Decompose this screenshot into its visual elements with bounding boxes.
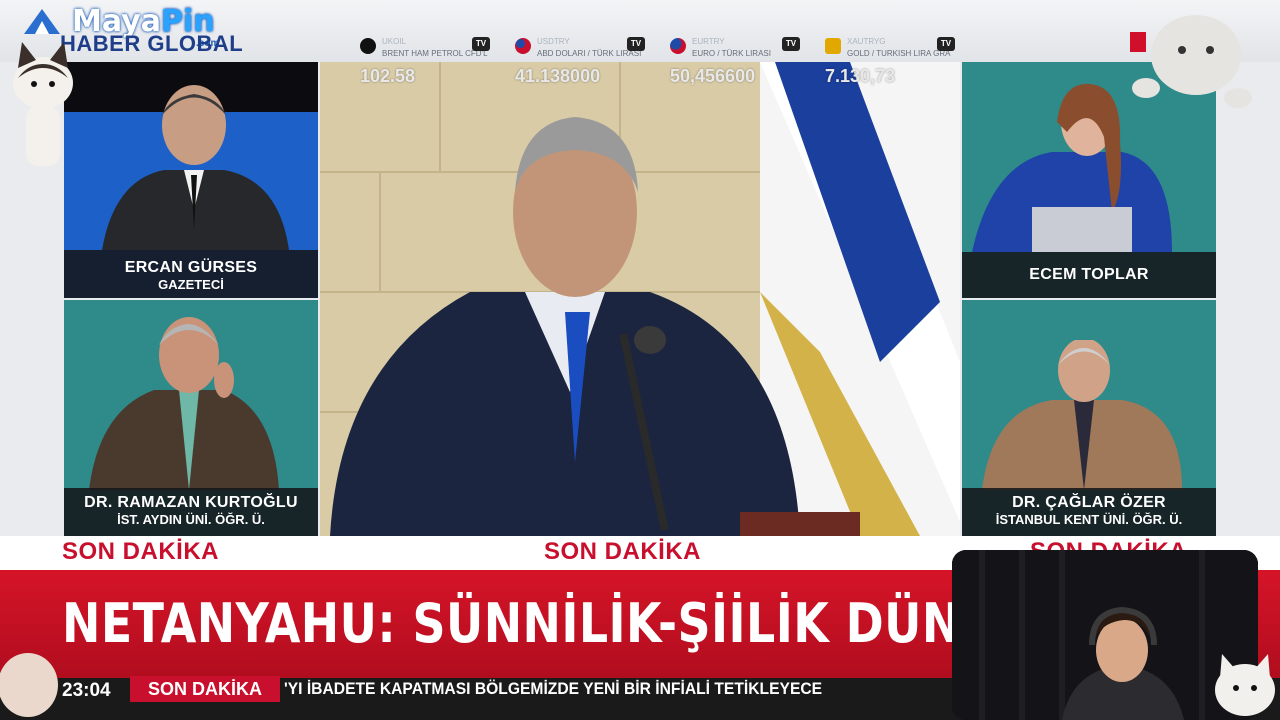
tradingview-icon: TV <box>472 37 490 51</box>
guest-2-nameplate: DR. RAMAZAN KURTOĞLU İST. AYDIN ÜNİ. ÖĞR… <box>64 488 318 536</box>
ticker-value-eurtry: 50,456600 <box>670 66 756 86</box>
guest-2-name: DR. RAMAZAN KURTOĞLU <box>84 494 298 511</box>
tradingview-icon: TV <box>937 37 955 51</box>
ticker-item-ukoil: UKOIL BRENT HAM PETROL CFD'L TV <box>360 34 510 62</box>
us-flag-icon <box>515 38 531 54</box>
guest-1-figure <box>102 85 289 250</box>
tradingview-icon: TV <box>782 37 800 51</box>
cat-sticker-left-icon <box>13 42 73 166</box>
guest-2-figure <box>89 317 279 490</box>
host-nameplate: ECEM TOPLAR <box>962 252 1216 298</box>
cat-sticker-top-right-icon <box>1132 15 1252 108</box>
clock: 23:04 <box>62 680 111 701</box>
ticker-label: SON DAKİKA <box>130 676 280 702</box>
guest-2-role: İST. AYDIN ÜNİ. ÖĞR. Ü. <box>117 512 265 527</box>
cat-sticker-bottom-left-icon <box>0 653 58 717</box>
son-dakika-label-1: SON DAKİKA <box>62 538 220 565</box>
ticker-item-gold: XAUTRYG GOLD / TURKISH LIRA GRA TV <box>825 34 975 62</box>
guest-4-role: İSTANBUL KENT ÜNİ. ÖĞR. Ü. <box>995 512 1183 527</box>
ticker-value-ukoil: 102.58 <box>360 66 416 86</box>
guest-4-figure <box>982 340 1182 490</box>
guest-1-nameplate: ERCAN GÜRSES GAZETECİ <box>64 250 318 298</box>
cat-sticker-bottom-right-icon <box>1215 654 1275 716</box>
oil-drop-icon <box>360 38 376 54</box>
guest-1-name: ERCAN GÜRSES <box>124 259 258 276</box>
guest-panel-4: DR. ÇAĞLAR ÖZER İSTANBUL KENT ÜNİ. ÖĞR. … <box>962 300 1216 536</box>
guest-panel-1: ERCAN GÜRSES GAZETECİ <box>64 62 318 298</box>
ticker-value-usdtry: 41.138000 <box>515 66 601 86</box>
news-crawl: 'YI İBADETE KAPATMASI BÖLGEMİZDE YENİ Bİ… <box>284 679 823 698</box>
headline-text: NETANYAHU: SÜNNİLİK-ŞİİLİK DÜNYA İ <box>62 592 1060 655</box>
tradingview-icon: TV <box>627 37 645 51</box>
eu-flag-icon <box>670 38 686 54</box>
host-name: ECEM TOPLAR <box>1029 266 1149 283</box>
guest-1-role: GAZETECİ <box>158 277 224 292</box>
guest-panel-2: DR. RAMAZAN KURTOĞLU İST. AYDIN ÜNİ. ÖĞR… <box>64 300 318 536</box>
gold-icon <box>825 38 841 54</box>
main-video <box>320 62 960 536</box>
ticker-item-eurtry: EURTRY EURO / TÜRK LIRASI TV <box>670 34 820 62</box>
son-dakika-label-2: SON DAKİKA <box>544 538 702 565</box>
ticker-item-usdtry: USDTRY ABD DOLARI / TÜRK LIRASI TV <box>515 34 665 62</box>
guest-4-name: DR. ÇAĞLAR ÖZER <box>1012 494 1166 511</box>
channel-logo: HABER GLOBAL <box>60 31 244 56</box>
guest-4-nameplate: DR. ÇAĞLAR ÖZER İSTANBUL KENT ÜNİ. ÖĞR. … <box>962 488 1216 536</box>
ticker-value-gold: 7.130,73 <box>825 66 896 86</box>
main-video-scene <box>320 62 960 536</box>
